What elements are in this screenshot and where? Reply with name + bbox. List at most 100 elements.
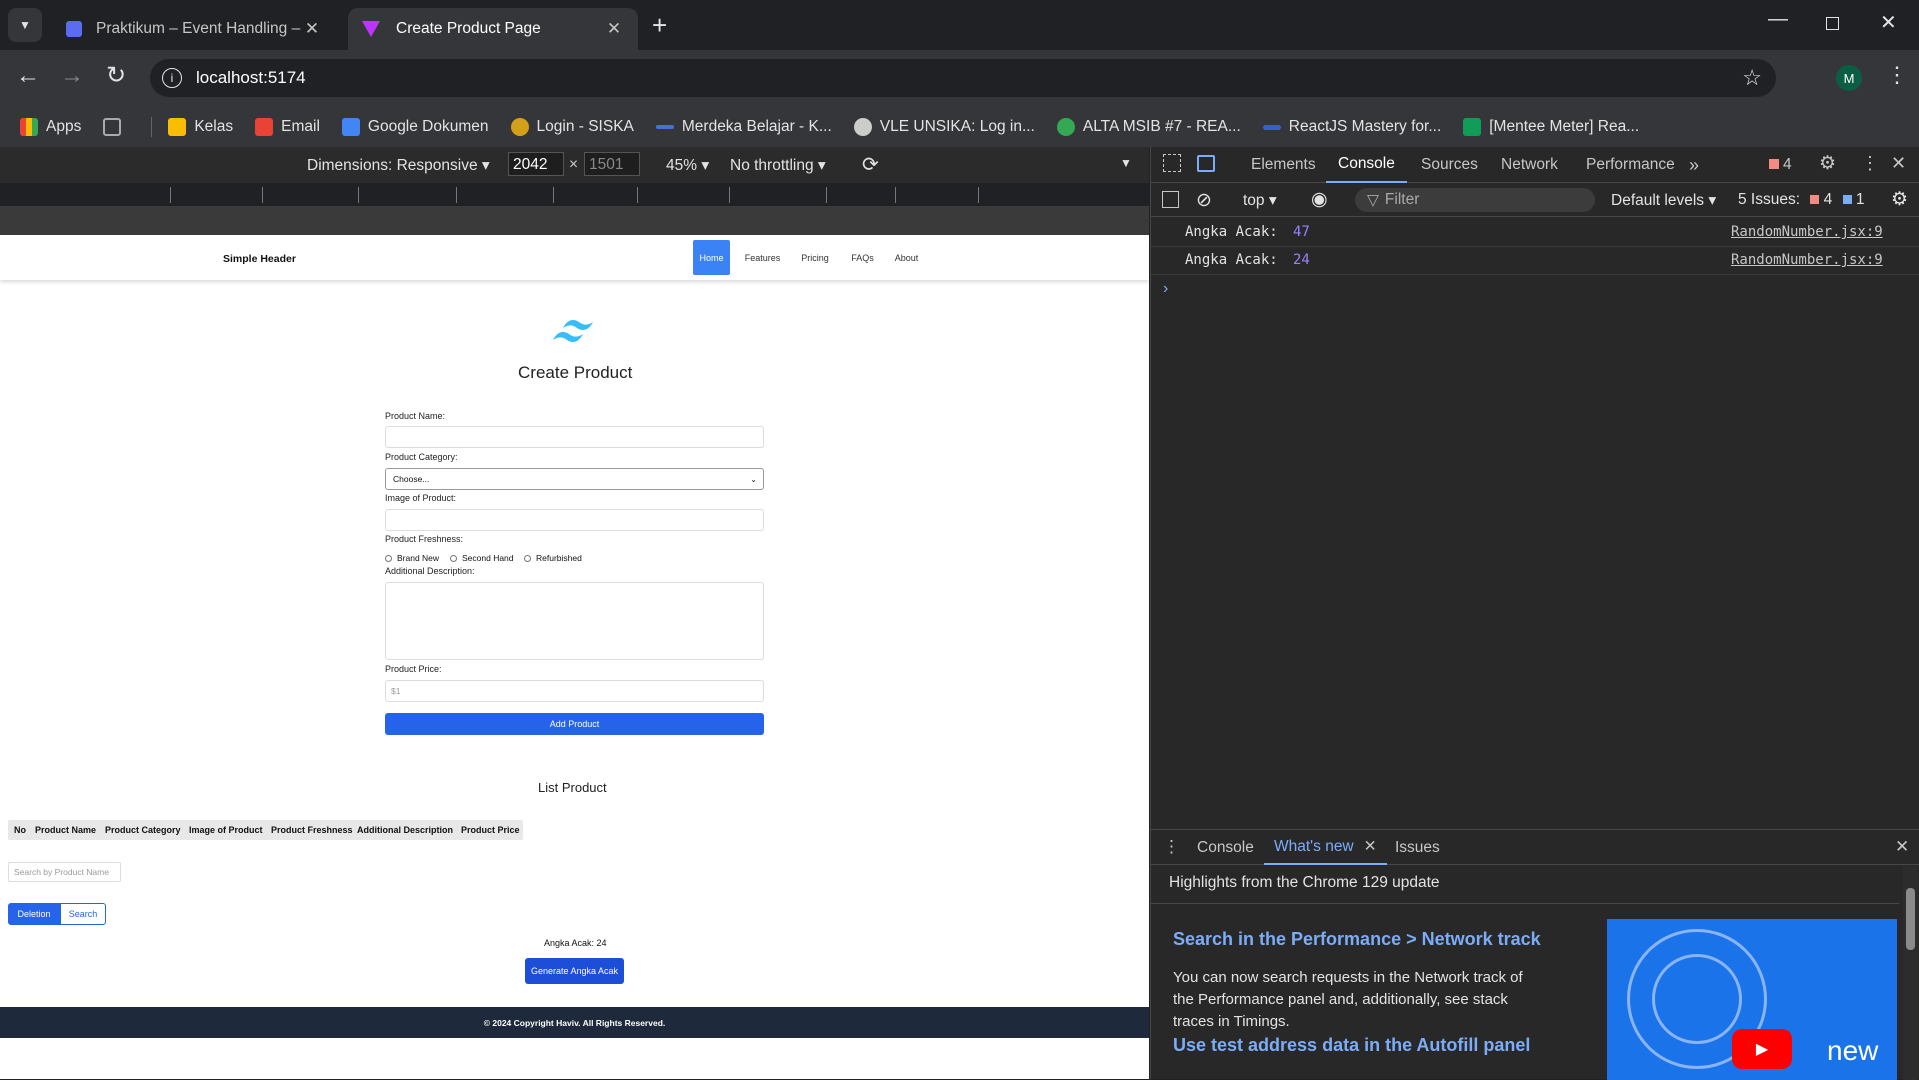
news-item-title[interactable]: Search in the Performance > Network trac…	[1173, 929, 1541, 950]
bookmark-tab-groups[interactable]	[103, 118, 129, 136]
category-selected-value: Choose...	[393, 474, 430, 484]
console-log-row: Angka Acak: 24 RandomNumber.jsx:9	[1151, 247, 1919, 275]
close-drawer-icon[interactable]: ✕	[1895, 837, 1909, 857]
throttling-select[interactable]: No throttling ▾	[730, 156, 826, 175]
log-source-link[interactable]: RandomNumber.jsx:9	[1731, 252, 1883, 268]
add-product-button[interactable]: Add Product	[385, 713, 764, 735]
width-input[interactable]: 2042	[508, 152, 564, 176]
issues-counter[interactable]: 5 Issues: 4 1	[1738, 191, 1865, 209]
console-prompt-icon[interactable]: ›	[1163, 280, 1168, 298]
tab-network[interactable]: Network	[1501, 147, 1558, 183]
bookmark-google-docs[interactable]: Google Dokumen	[341, 118, 489, 136]
news-item-body: You can now search requests in the Netwo…	[1173, 969, 1523, 1030]
bookmark-reactjs[interactable]: ReactJS Mastery for...	[1262, 118, 1441, 136]
tab-create-product[interactable]: Create Product Page ✕	[348, 8, 638, 50]
clear-console-icon[interactable]: ⊘	[1196, 189, 1212, 212]
sidebar-toggle-icon[interactable]	[1162, 191, 1179, 208]
generate-random-button[interactable]: Generate Angka Acak	[525, 958, 624, 984]
restore-button[interactable]	[1826, 17, 1839, 30]
forward-icon[interactable]: →	[60, 62, 84, 90]
bookmark-alta[interactable]: ALTA MSIB #7 - REA...	[1056, 118, 1241, 136]
zoom-select[interactable]: 45% ▾	[666, 156, 709, 175]
console-settings-gear-icon[interactable]: ⚙	[1891, 188, 1908, 211]
tab-console[interactable]: Console	[1326, 147, 1407, 183]
tab-performance[interactable]: Performance	[1586, 147, 1675, 183]
new-tab-button[interactable]: +	[652, 10, 667, 41]
product-name-input[interactable]	[385, 426, 764, 448]
description-textarea[interactable]	[385, 582, 764, 660]
devtools-menu-icon[interactable]: ⋮	[1861, 153, 1879, 174]
tab-praktikum[interactable]: Praktikum – Event Handling – C ✕	[52, 8, 336, 50]
freshness-refurbished-radio[interactable]: Refurbished	[524, 553, 582, 563]
freshness-second-hand-radio[interactable]: Second Hand	[450, 553, 514, 563]
drawer-tab-issues[interactable]: Issues	[1395, 830, 1440, 865]
media-query-ruler[interactable]	[0, 183, 1149, 207]
back-icon[interactable]: ←	[16, 62, 40, 90]
log-label: Angka Acak:	[1185, 252, 1278, 268]
bookmark-mentee[interactable]: [Mentee Meter] Rea...	[1463, 118, 1639, 136]
browser-toolbar: ← → ↻ i localhost:5174 ☆ M ⋮	[0, 50, 1919, 107]
profile-avatar[interactable]: M	[1836, 65, 1862, 91]
tab-elements[interactable]: Elements	[1251, 147, 1316, 183]
youtube-play-icon[interactable]: ▶	[1732, 1029, 1792, 1069]
bookmark-siska[interactable]: Login - SISKA	[510, 118, 634, 136]
bookmark-star-icon[interactable]: ☆	[1742, 65, 1762, 91]
rotate-icon[interactable]: ⟳	[862, 152, 879, 177]
log-source-link[interactable]: RandomNumber.jsx:9	[1731, 224, 1883, 240]
news-item-title[interactable]: Use test address data in the Autofill pa…	[1173, 1035, 1530, 1056]
deletion-button[interactable]: Deletion	[8, 903, 60, 925]
drawer-tab-whats-new[interactable]: What's new ✕	[1264, 830, 1387, 865]
menu-icon[interactable]: ⋮	[1886, 62, 1908, 88]
close-icon[interactable]: ✕	[302, 19, 322, 39]
more-tabs-icon[interactable]: »	[1689, 147, 1699, 183]
tab-search-button[interactable]: ▼	[8, 8, 42, 42]
product-category-select[interactable]: Choose... ⌄	[385, 468, 764, 490]
tab-sources[interactable]: Sources	[1421, 147, 1478, 183]
vite-logo-icon	[362, 21, 380, 37]
close-icon[interactable]: ✕	[1364, 837, 1377, 856]
settings-gear-icon[interactable]: ⚙	[1819, 152, 1836, 175]
close-icon[interactable]: ✕	[604, 19, 624, 39]
device-toggle-icon[interactable]	[1197, 155, 1215, 172]
nav-faqs[interactable]: FAQs	[845, 240, 880, 275]
nav-features[interactable]: Features	[740, 240, 785, 275]
drawer-tab-console[interactable]: Console	[1197, 830, 1254, 865]
bookmark-email[interactable]: Email	[255, 118, 320, 136]
nav-home[interactable]: Home	[693, 240, 730, 275]
context-select[interactable]: top ▾	[1243, 191, 1277, 210]
price-label: Product Price:	[385, 664, 442, 674]
url-text[interactable]: localhost:5174	[196, 68, 306, 88]
close-window-button[interactable]: ✕	[1880, 10, 1897, 35]
image-input[interactable]	[385, 509, 764, 531]
price-input[interactable]: $1	[385, 680, 764, 702]
nav-pricing[interactable]: Pricing	[795, 240, 835, 275]
height-input[interactable]: 1501	[584, 152, 640, 176]
close-devtools-icon[interactable]: ✕	[1891, 153, 1906, 174]
reload-icon[interactable]: ↻	[106, 61, 126, 90]
bookmark-apps[interactable]: Apps	[20, 118, 81, 136]
drawer-menu-icon[interactable]: ⋮	[1163, 837, 1180, 857]
bookmark-vle[interactable]: VLE UNSIKA: Log in...	[853, 118, 1035, 136]
console-filter-input[interactable]: ▽ Filter	[1355, 188, 1595, 212]
dimensions-select[interactable]: Dimensions: Responsive ▾	[307, 156, 490, 175]
scrollbar-thumb[interactable]	[1906, 888, 1915, 950]
error-badge[interactable]: 4	[1769, 156, 1792, 174]
live-expression-eye-icon[interactable]: ◉	[1311, 188, 1328, 211]
search-input[interactable]: Search by Product Name	[8, 862, 121, 882]
freshness-brand-new-radio[interactable]: Brand New	[385, 553, 439, 563]
site-info-icon[interactable]: i	[162, 68, 182, 88]
bookmark-kelas[interactable]: Kelas	[168, 118, 233, 136]
search-button[interactable]: Search	[60, 903, 106, 925]
minimize-button[interactable]: —	[1768, 8, 1788, 31]
log-levels-select[interactable]: Default levels ▾	[1611, 191, 1716, 210]
alta-icon	[1056, 118, 1075, 136]
more-options-icon[interactable]: ▼	[1120, 156, 1132, 170]
inspect-element-icon[interactable]	[1163, 154, 1181, 172]
highlights-divider	[1151, 903, 1899, 904]
drawer-scrollbar[interactable]	[1903, 866, 1918, 1080]
favicon-icon	[66, 21, 82, 37]
whats-new-video-thumbnail[interactable]: ▶ new	[1607, 919, 1897, 1080]
bookmark-merdeka[interactable]: Merdeka Belajar - K...	[655, 118, 832, 136]
nav-about[interactable]: About	[888, 240, 925, 275]
address-bar[interactable]: i localhost:5174 ☆	[150, 59, 1776, 97]
